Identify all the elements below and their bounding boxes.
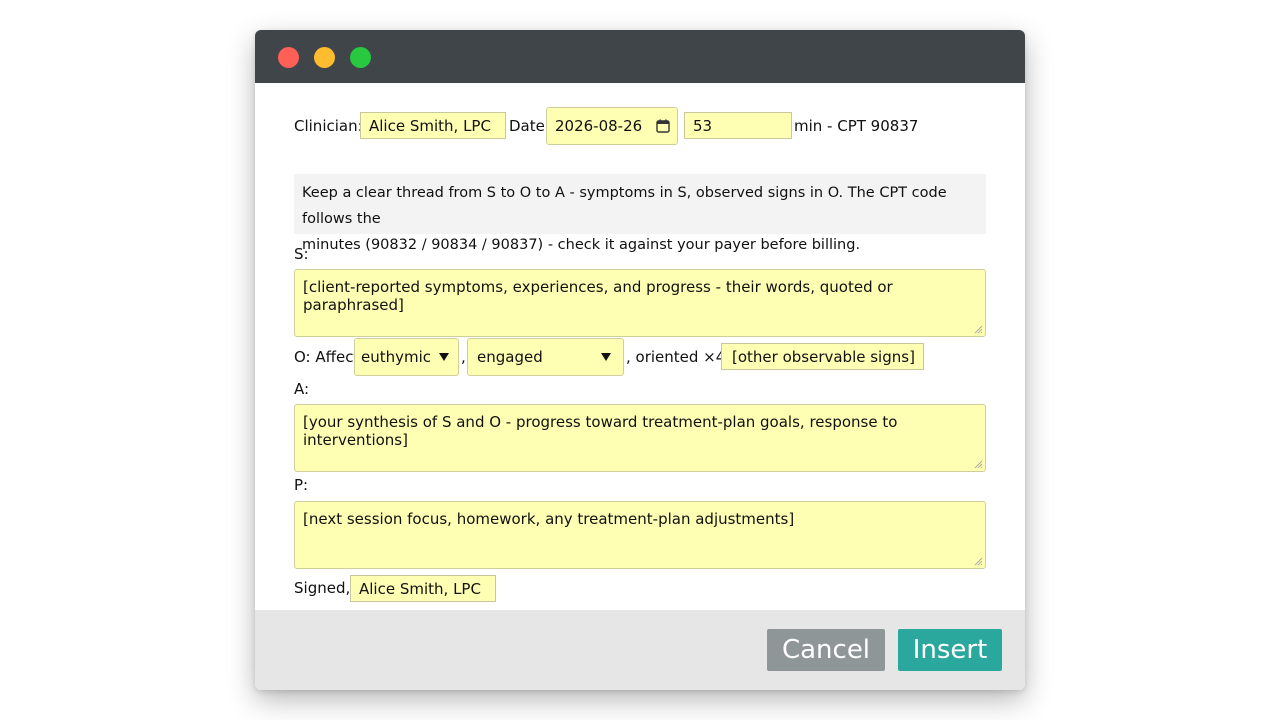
subjective-textarea[interactable]: [client-reported symptoms, experiences, … (294, 269, 986, 337)
dropdown-arrow-icon (601, 353, 611, 361)
affect-selected-value: euthymic (361, 348, 432, 366)
subjective-value: [client-reported symptoms, experiences, … (303, 278, 893, 314)
signature-input[interactable]: Alice Smith, LPC (350, 575, 496, 602)
subjective-label: S: (294, 245, 309, 263)
date-label: Date: (509, 117, 550, 135)
calendar-icon[interactable] (656, 119, 670, 133)
minutes-input[interactable]: 53 (684, 112, 792, 139)
date-value: 2026-08-26 (555, 117, 643, 135)
insert-button[interactable]: Insert (898, 629, 1002, 671)
other-signs-input[interactable]: [other observable signs] (721, 343, 924, 370)
dialog-footer: Cancel Insert (255, 610, 1025, 690)
signed-label: Signed, (294, 579, 351, 597)
clinician-input[interactable]: Alice Smith, LPC (360, 112, 506, 139)
engagement-select[interactable]: engaged (467, 338, 624, 376)
oriented-text: , oriented ×4. (626, 348, 731, 366)
cancel-button[interactable]: Cancel (767, 629, 885, 671)
dialog-window: Clinician: Alice Smith, LPC Date: 2026-0… (255, 30, 1025, 690)
date-input[interactable]: 2026-08-26 (546, 107, 678, 145)
assessment-value: [your synthesis of S and O - progress to… (303, 413, 898, 449)
clinician-label: Clinician: (294, 117, 363, 135)
title-bar (255, 30, 1025, 83)
guidance-note: Keep a clear thread from S to O to A - s… (294, 174, 986, 253)
minutes-value: 53 (693, 116, 713, 135)
cpt-code-text: min - CPT 90837 (794, 117, 919, 135)
dropdown-arrow-icon (439, 353, 449, 361)
assessment-label: A: (294, 380, 310, 398)
guidance-note-line-1: Keep a clear thread from S to O to A - s… (302, 185, 947, 227)
assessment-textarea[interactable]: [your synthesis of S and O - progress to… (294, 404, 986, 472)
objective-label: O: Affect (294, 348, 360, 366)
plan-textarea[interactable]: [next session focus, homework, any treat… (294, 501, 986, 569)
resize-grip-icon[interactable] (974, 325, 982, 333)
resize-grip-icon[interactable] (974, 460, 982, 468)
close-window-button[interactable] (278, 47, 299, 68)
clinician-value: Alice Smith, LPC (369, 116, 491, 135)
guidance-note-line-2: minutes (90832 / 90834 / 90837) - check … (302, 237, 861, 253)
minimize-window-button[interactable] (314, 47, 335, 68)
signature-value: Alice Smith, LPC (359, 579, 481, 598)
engagement-selected-value: engaged (477, 348, 543, 366)
other-signs-value: [other observable signs] (732, 347, 915, 366)
affect-separator: , (461, 348, 466, 366)
maximize-window-button[interactable] (350, 47, 371, 68)
affect-select[interactable]: euthymic (354, 338, 459, 376)
resize-grip-icon[interactable] (974, 557, 982, 565)
plan-value: [next session focus, homework, any treat… (303, 510, 795, 528)
session-info-row: Clinician: Alice Smith, LPC Date: 2026-0… (294, 107, 986, 145)
plan-label: P: (294, 476, 309, 494)
